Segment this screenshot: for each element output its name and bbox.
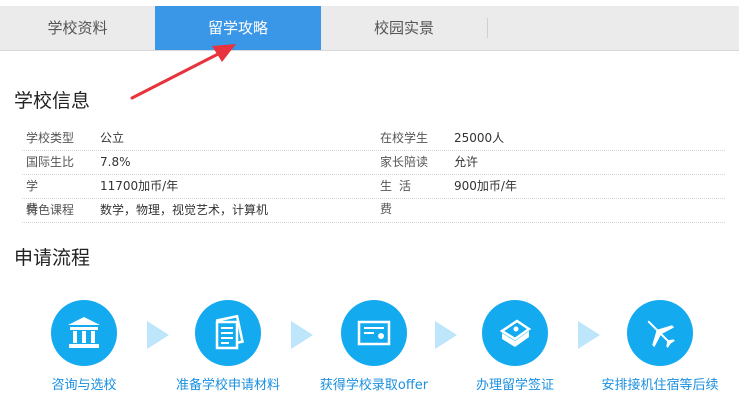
passport-icon xyxy=(482,300,548,366)
school-info-title: 学校信息 xyxy=(14,90,91,112)
info-row: 学校类型 公立 在校学生 25000人 xyxy=(22,127,725,151)
value-intl-ratio: 7.8% xyxy=(100,155,131,169)
label-students: 在校学生 xyxy=(380,131,429,145)
label-school-type: 学校类型 xyxy=(26,131,75,145)
value-featured-courses: 数学，物理，视觉艺术，计算机 xyxy=(100,203,269,217)
process-step: 安排接机住宿等后续 xyxy=(594,300,726,393)
label-featured-courses: 特色课程 xyxy=(26,203,75,217)
value-students: 25000人 xyxy=(454,131,505,145)
label-parent-accompany: 家长陪读 xyxy=(380,155,429,169)
step-label: 获得学校录取offer xyxy=(319,378,429,393)
airplane-icon xyxy=(627,300,693,366)
process-step: 办理留学签证 xyxy=(468,300,562,393)
building-icon xyxy=(51,300,117,366)
step-label: 准备学校申请材料 xyxy=(175,378,280,393)
info-row: 特色课程 数学，物理，视觉艺术，计算机 xyxy=(22,199,725,223)
value-living-cost: 900加币/年 xyxy=(454,179,517,193)
process-title: 申请流程 xyxy=(14,247,91,269)
step-label: 咨询与选校 xyxy=(51,378,117,393)
school-info-table: 学校类型 公立 在校学生 25000人 国际生比 7.8% 家长陪读 允许 学费… xyxy=(22,127,725,223)
chevron-right-icon xyxy=(291,321,313,349)
label-intl-ratio: 国际生比 xyxy=(26,155,75,169)
documents-icon xyxy=(195,300,261,366)
process-steps: 咨询与选校 准备学校申请材料 获得学校录取offer 办理留学签证 安排接机住宿… xyxy=(0,300,739,400)
value-school-type: 公立 xyxy=(100,131,125,145)
certificate-icon xyxy=(341,300,407,366)
process-step: 咨询与选校 xyxy=(34,300,134,393)
value-tuition: 11700加币/年 xyxy=(100,179,179,193)
info-row: 学费 11700加币/年 生活费 900加币/年 xyxy=(22,175,725,216)
step-label: 办理留学签证 xyxy=(475,378,554,393)
step-label: 安排接机住宿等后续 xyxy=(601,378,719,393)
process-step: 准备学校申请材料 xyxy=(166,300,290,393)
chevron-right-icon xyxy=(435,321,457,349)
process-step: 获得学校录取offer xyxy=(312,300,436,393)
annotation-arrow-icon xyxy=(130,44,236,100)
info-row: 国际生比 7.8% 家长陪读 允许 xyxy=(22,151,725,175)
value-parent-accompany: 允许 xyxy=(454,155,479,169)
